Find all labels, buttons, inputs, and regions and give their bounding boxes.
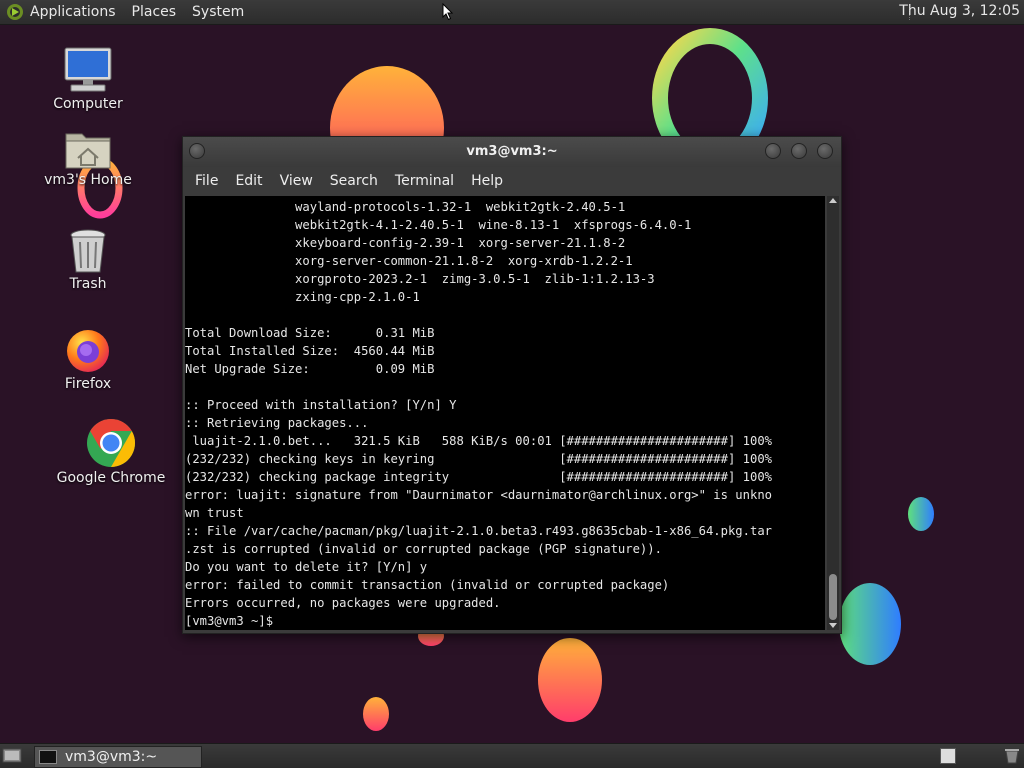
terminal-output-area[interactable]: wayland-protocols-1.32-1 webkit2gtk-2.40…	[185, 196, 825, 630]
applications-menu[interactable]: Applications	[30, 4, 116, 20]
trash-applet-icon[interactable]	[1004, 747, 1020, 764]
home-folder-icon	[65, 133, 111, 169]
firefox-icon	[67, 330, 109, 372]
scrollbar-thumb[interactable]	[829, 574, 837, 620]
desktop-icon-label: Google Chrome	[56, 470, 166, 486]
desktop-icon-label: Firefox	[64, 376, 112, 392]
menu-search[interactable]: Search	[322, 173, 386, 189]
menu-view[interactable]: View	[272, 173, 321, 189]
window-titlebar[interactable]: vm3@vm3:~	[183, 137, 841, 167]
terminal-scrollbar[interactable]	[827, 196, 839, 630]
taskbar-item-label: vm3@vm3:~	[65, 749, 158, 765]
menu-terminal[interactable]: Terminal	[387, 173, 462, 189]
top-panel: Applications Places System Thu Aug 3, 12…	[0, 0, 1024, 25]
window-title: vm3@vm3:~	[466, 144, 558, 159]
menu-help[interactable]: Help	[463, 173, 511, 189]
scroll-down-arrow-icon[interactable]	[829, 623, 837, 628]
terminal-menubar: File Edit View Search Terminal Help	[183, 167, 841, 195]
bottom-panel: vm3@vm3:~	[0, 743, 1024, 768]
desktop-icon-label: vm3's Home	[44, 172, 132, 188]
taskbar-item-terminal[interactable]: vm3@vm3:~	[34, 746, 202, 768]
clock[interactable]: Thu Aug 3, 12:05	[899, 3, 1020, 19]
computer-icon	[64, 47, 112, 92]
desktop-icon-computer[interactable]: Computer	[33, 46, 143, 112]
maximize-icon[interactable]	[791, 143, 807, 159]
desktop-icon-trash[interactable]: Trash	[33, 228, 143, 292]
places-menu[interactable]: Places	[132, 4, 177, 20]
desktop-icon-google-chrome[interactable]: Google Chrome	[56, 418, 166, 486]
show-desktop-icon[interactable]	[2, 747, 22, 764]
distro-logo-icon[interactable]	[6, 3, 24, 21]
system-menu[interactable]: System	[192, 4, 244, 20]
trash-icon	[70, 229, 106, 273]
terminal-icon	[39, 750, 57, 764]
terminal-output: wayland-protocols-1.32-1 webkit2gtk-2.40…	[185, 200, 772, 628]
menu-edit[interactable]: Edit	[227, 173, 270, 189]
desktop-icon-firefox[interactable]: Firefox	[33, 326, 143, 392]
chrome-icon	[87, 419, 136, 467]
scroll-up-arrow-icon[interactable]	[829, 198, 837, 203]
minimize-icon[interactable]	[765, 143, 781, 159]
desktop-icon-label: Computer	[53, 96, 123, 112]
mouse-cursor-icon	[442, 3, 454, 21]
menu-file[interactable]: File	[187, 173, 226, 189]
desktop-icon-home[interactable]: vm3's Home	[33, 128, 143, 188]
close-icon[interactable]	[817, 143, 833, 159]
terminal-window[interactable]: vm3@vm3:~ File Edit View Search Terminal…	[182, 136, 842, 634]
desktop-icon-label: Trash	[69, 276, 107, 292]
workspace-switcher[interactable]	[940, 748, 956, 764]
